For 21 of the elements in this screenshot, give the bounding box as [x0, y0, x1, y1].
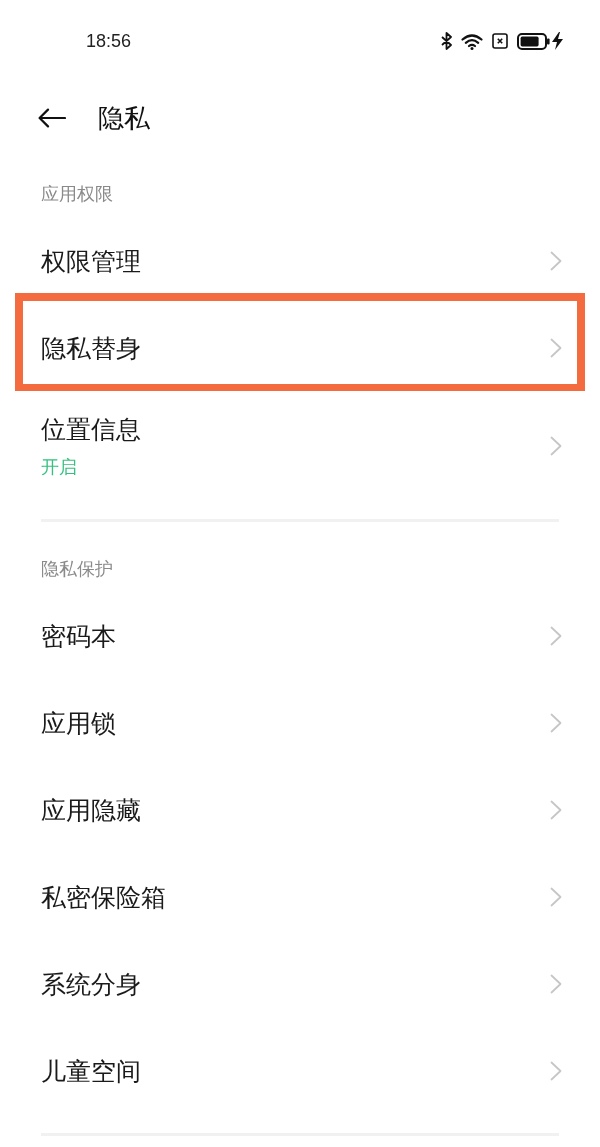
back-arrow-icon — [38, 108, 66, 128]
bluetooth-icon — [441, 32, 452, 50]
chevron-right-icon — [550, 337, 562, 358]
lightning-bolt-icon — [552, 32, 563, 50]
battery-icon — [517, 32, 550, 50]
section-header: 应用权限 — [41, 183, 113, 205]
chevron-right-icon — [550, 1060, 562, 1081]
chevron-right-icon — [550, 712, 562, 733]
chevron-right-icon — [550, 973, 562, 994]
chevron-right-icon — [550, 799, 562, 820]
status-text: 开启 — [41, 456, 78, 478]
back-button[interactable] — [38, 108, 66, 128]
page-title: 隐私 — [98, 105, 150, 131]
chevron-right-icon — [550, 886, 562, 907]
chevron-right-icon — [550, 435, 562, 456]
section-header: 隐私保护 — [41, 558, 113, 580]
chevron-right-icon — [550, 250, 562, 271]
status-time: 18:56 — [86, 32, 132, 50]
crossed-box-icon — [492, 33, 508, 49]
chevron-right-icon — [550, 625, 562, 646]
wifi-icon — [461, 32, 483, 50]
